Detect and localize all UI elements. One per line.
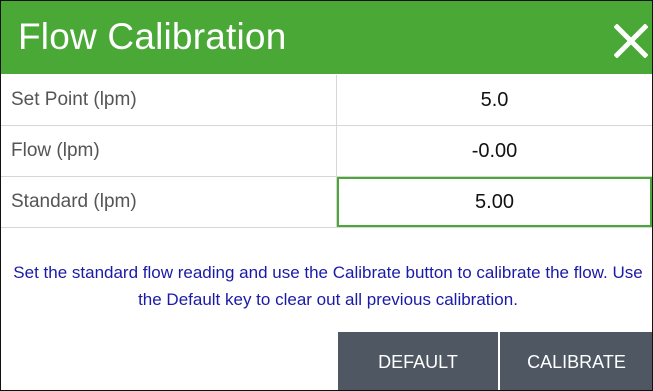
flow-calibration-dialog: Flow Calibration Set Point (lpm) 5.0 Flo… xyxy=(0,0,653,391)
standard-row: Standard (lpm) 5.00 xyxy=(1,177,652,228)
set-point-label-cell: Set Point (lpm) xyxy=(1,75,337,125)
default-button[interactable]: DEFAULT xyxy=(338,332,498,390)
set-point-label: Set Point (lpm) xyxy=(11,89,137,110)
standard-label: Standard (lpm) xyxy=(11,191,137,212)
flow-value: -0.00 xyxy=(471,140,518,162)
standard-label-cell: Standard (lpm) xyxy=(1,177,337,227)
calibrate-button[interactable]: CALIBRATE xyxy=(500,332,652,390)
instructions-text: Set the standard flow reading and use th… xyxy=(13,263,643,309)
set-point-row: Set Point (lpm) 5.0 xyxy=(1,75,652,126)
standard-input[interactable]: 5.00 xyxy=(337,177,652,227)
close-icon xyxy=(614,24,648,58)
set-point-value[interactable]: 5.0 xyxy=(337,75,652,125)
close-button[interactable] xyxy=(614,24,648,58)
flow-row: Flow (lpm) -0.00 xyxy=(1,126,652,177)
title-bar: Flow Calibration xyxy=(1,1,652,74)
dialog-title: Flow Calibration xyxy=(18,16,287,57)
flow-label-cell: Flow (lpm) xyxy=(1,126,337,176)
flow-label: Flow (lpm) xyxy=(11,140,100,161)
